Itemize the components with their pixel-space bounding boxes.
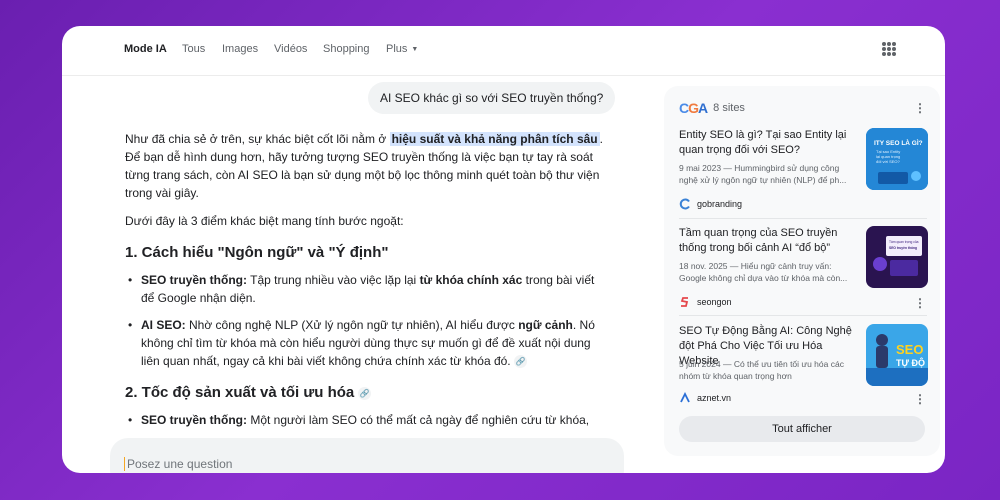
- more-options-icon[interactable]: ⋮: [914, 102, 926, 114]
- source-thumbnail[interactable]: SEO TỰ ĐỘ: [866, 324, 928, 386]
- source-thumbnail[interactable]: ITY SEO LÀ GÌ? Tại sao Entity lại quan t…: [866, 128, 928, 190]
- lead-paragraph: Dưới đây là 3 điểm khác biệt mang tính b…: [125, 214, 404, 228]
- section-heading-2-text: 2. Tốc độ sản xuất và tối ưu hóa: [125, 384, 355, 401]
- tab-images[interactable]: Images: [222, 43, 258, 55]
- source-site-name: seongon: [697, 297, 732, 307]
- bullet-bold: ngữ cảnh: [518, 318, 573, 332]
- tab-ai-mode[interactable]: Mode IA: [124, 43, 167, 55]
- source-site[interactable]: seongon: [679, 296, 732, 308]
- thumb-text: ITY SEO LÀ GÌ?: [874, 138, 923, 147]
- intro-text: Như đã chia sẻ ở trên, sự khác biệt cốt …: [125, 132, 390, 146]
- seongon-logo-icon: [679, 296, 691, 308]
- source-card[interactable]: SEO Tự Động Bằng AI: Công Nghệ đột Phá C…: [679, 324, 928, 408]
- section-1-list: SEO truyền thống: Tập trung nhiều vào vi…: [125, 271, 605, 370]
- gobranding-logo-icon: [679, 198, 691, 210]
- source-site[interactable]: gobranding: [679, 198, 742, 210]
- bullet-text: Tập trung nhiều vào việc lặp lại: [247, 273, 420, 287]
- user-question-bubble: AI SEO khác gì so với SEO truyền thống?: [368, 82, 616, 114]
- source-snippet: 5 juin 2024 — Có thể ưu tiên tối ưu hóa …: [679, 359, 844, 381]
- aznet-logo-icon: [679, 391, 691, 404]
- bullet-label: AI SEO:: [141, 318, 186, 332]
- thumb-text: đối với SEO?: [876, 159, 901, 164]
- source-site[interactable]: aznet.vn: [679, 391, 732, 404]
- source-title[interactable]: Tầm quan trọng của SEO truyền thống tron…: [679, 226, 859, 256]
- divider: [679, 218, 927, 219]
- tab-all[interactable]: Tous: [182, 43, 205, 55]
- section-heading-2: 2. Tốc độ sản xuất và tối ưu hóa 🔗: [125, 384, 605, 401]
- sites-count: 8 sites: [713, 102, 745, 114]
- bullet-bold: từ khóa chính xác: [419, 273, 523, 287]
- source-snippet: 9 mai 2023 — Hummingbird sử dụng công ng…: [679, 163, 847, 185]
- divider: [679, 315, 927, 316]
- source-card[interactable]: Tầm quan trọng của SEO truyền thống tron…: [679, 226, 928, 310]
- tab-more[interactable]: Plus ▼: [386, 43, 418, 55]
- thumb-text: Tầm quan trọng của: [889, 240, 919, 244]
- tab-videos[interactable]: Vidéos: [274, 43, 307, 55]
- show-all-button[interactable]: Tout afficher: [679, 416, 925, 442]
- highlighted-phrase: hiệu suất và khả năng phân tích sâu: [389, 132, 600, 146]
- section-heading-1: 1. Cách hiểu "Ngôn ngữ" và "Ý định": [125, 244, 389, 261]
- apps-grid-icon[interactable]: [882, 42, 896, 56]
- source-thumbnail[interactable]: Tầm quan trọng của SEO truyền thống: [866, 226, 928, 288]
- browser-window: Mode IA Tous Images Vidéos Shopping Plus…: [62, 26, 945, 473]
- tab-shopping[interactable]: Shopping: [323, 43, 370, 55]
- ai-answer: Như đã chia sẻ ở trên, sự khác biệt cốt …: [125, 130, 605, 438]
- bullet-text: Một người làm SEO có thể mất cả ngày để …: [247, 413, 590, 427]
- link-icon[interactable]: 🔗: [358, 386, 372, 400]
- more-options-icon[interactable]: ⋮: [914, 393, 926, 405]
- thumb-text: SEO: [896, 342, 923, 357]
- sources-header[interactable]: CGA 8 sites: [679, 98, 745, 118]
- site-favicons-icon: CGA: [679, 100, 708, 116]
- section-2-list: SEO truyền thống: Một người làm SEO có t…: [125, 411, 605, 429]
- ask-box: [110, 438, 624, 473]
- thumb-text: SEO truyền thống: [889, 246, 917, 250]
- more-options-icon[interactable]: ⋮: [914, 297, 926, 309]
- list-item: SEO truyền thống: Một người làm SEO có t…: [125, 411, 605, 429]
- bullet-label: SEO truyền thống:: [141, 273, 247, 287]
- source-site-name: gobranding: [697, 199, 743, 209]
- source-card[interactable]: Entity SEO là gì? Tại sao Entity lại qua…: [679, 128, 928, 214]
- source-snippet: 18 nov. 2025 — Hiểu ngữ cảnh truy vấn: G…: [679, 261, 848, 283]
- tab-more-label: Plus: [386, 43, 408, 55]
- source-title[interactable]: Entity SEO là gì? Tại sao Entity lại qua…: [679, 128, 859, 158]
- source-site-name: aznet.vn: [697, 393, 732, 403]
- search-mode-tabs: Mode IA Tous Images Vidéos Shopping Plus…: [62, 26, 945, 76]
- list-item: AI SEO: Nhờ công nghệ NLP (Xử lý ngôn ng…: [125, 316, 605, 370]
- list-item: SEO truyền thống: Tập trung nhiều vào vi…: [125, 271, 605, 307]
- intro-paragraph: Như đã chia sẻ ở trên, sự khác biệt cốt …: [125, 130, 605, 202]
- caret-down-icon: ▼: [411, 46, 419, 53]
- bullet-label: SEO truyền thống:: [141, 413, 247, 427]
- thumb-text: TỰ ĐỘ: [896, 357, 925, 368]
- question-input[interactable]: [124, 457, 610, 471]
- bullet-text: Nhờ công nghệ NLP (Xử lý ngôn ngữ tự nhi…: [185, 318, 519, 332]
- link-icon[interactable]: 🔗: [513, 355, 527, 369]
- sources-panel: CGA 8 sites ⋮ Entity SEO là gì? Tại sao …: [664, 86, 940, 456]
